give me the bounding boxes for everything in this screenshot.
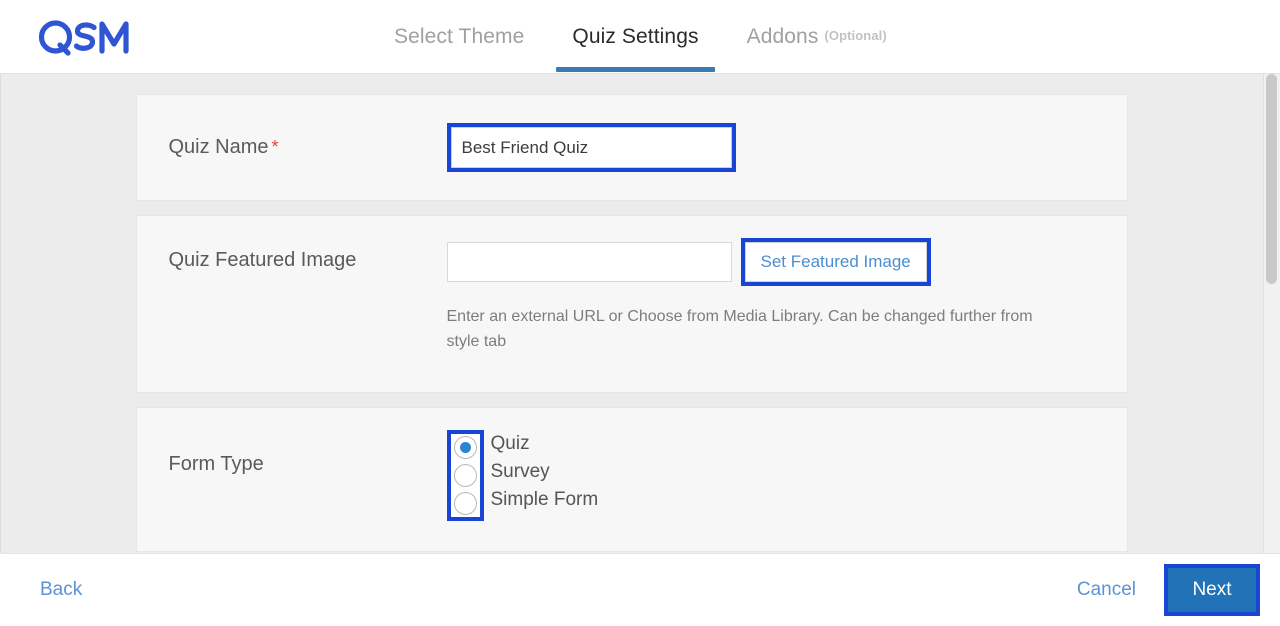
scrollbar-thumb[interactable] xyxy=(1266,74,1277,284)
form-type-radio-group: Quiz Survey Simple Form xyxy=(446,430,1127,521)
featured-image-label: Quiz Featured Image xyxy=(137,216,447,272)
radio-label-simple-form[interactable]: Simple Form xyxy=(491,488,599,511)
wizard-tabs: Select Theme Quiz Settings Addons (Optio… xyxy=(370,0,911,74)
setting-row-form-type: Form Type Quiz Survey Simple Form xyxy=(135,407,1128,552)
radio-label-survey[interactable]: Survey xyxy=(491,460,599,483)
next-button-highlight-box: Next xyxy=(1164,564,1260,616)
form-type-option-labels: Quiz Survey Simple Form xyxy=(491,430,599,511)
radio-label-quiz[interactable]: Quiz xyxy=(491,432,599,455)
featured-image-url-input[interactable] xyxy=(446,242,732,282)
quiz-name-field-wrap xyxy=(446,123,1127,172)
tab-addons-optional-note: (Optional) xyxy=(824,27,887,43)
form-type-radio-column xyxy=(450,434,480,517)
tab-select-theme[interactable]: Select Theme xyxy=(370,0,548,74)
setting-row-featured-image: Quiz Featured Image Set Featured Image E… xyxy=(135,215,1128,393)
setting-row-quiz-name: Quiz Name * xyxy=(135,94,1128,201)
set-featured-image-highlight-box: Set Featured Image xyxy=(740,238,931,286)
set-featured-image-button[interactable]: Set Featured Image xyxy=(744,242,927,282)
quiz-name-label-text: Quiz Name xyxy=(168,136,269,158)
settings-list: Quiz Name* Quiz Featured Image xyxy=(1,74,1262,553)
vertical-scrollbar[interactable] xyxy=(1263,74,1280,553)
next-button[interactable]: Next xyxy=(1168,568,1256,612)
radio-simple-form[interactable] xyxy=(453,492,477,515)
qsm-logo xyxy=(38,16,133,58)
quiz-name-input[interactable] xyxy=(450,127,732,168)
form-type-label: Form Type xyxy=(137,408,447,476)
settings-scroll-area: Quiz Name* Quiz Featured Image xyxy=(0,74,1280,553)
cancel-button[interactable]: Cancel xyxy=(1077,579,1136,601)
quiz-name-label: Quiz Name * xyxy=(137,136,447,159)
featured-image-label-text: Quiz Featured Image xyxy=(168,249,357,271)
required-asterisk: * xyxy=(271,137,279,157)
featured-image-controls: Set Featured Image xyxy=(446,238,1127,286)
tab-quiz-settings-label: Quiz Settings xyxy=(572,25,699,48)
back-button[interactable]: Back xyxy=(40,579,82,601)
featured-image-help-text: Enter an external URL or Choose from Med… xyxy=(446,308,1033,350)
radio-quiz[interactable] xyxy=(453,436,477,459)
app-header: Select Theme Quiz Settings Addons (Optio… xyxy=(0,0,1280,74)
tab-addons[interactable]: Addons (Optional) xyxy=(723,0,911,74)
form-type-field-wrap: Quiz Survey Simple Form xyxy=(446,408,1127,521)
wizard-footer: Back Cancel Next xyxy=(0,553,1280,626)
footer-left-actions: Back xyxy=(40,579,82,601)
quiz-setup-wizard: Select Theme Quiz Settings Addons (Optio… xyxy=(0,0,1280,626)
radio-survey[interactable] xyxy=(453,464,477,487)
tab-addons-label: Addons xyxy=(746,25,819,48)
form-type-highlight-box xyxy=(446,430,484,521)
footer-right-actions: Cancel Next xyxy=(1077,564,1260,616)
featured-image-field-wrap: Set Featured Image Enter an external URL… xyxy=(446,216,1127,354)
quiz-name-highlight-box xyxy=(446,123,736,172)
tab-select-theme-label: Select Theme xyxy=(394,25,525,48)
form-type-label-text: Form Type xyxy=(168,453,264,475)
tab-quiz-settings[interactable]: Quiz Settings xyxy=(548,0,722,74)
